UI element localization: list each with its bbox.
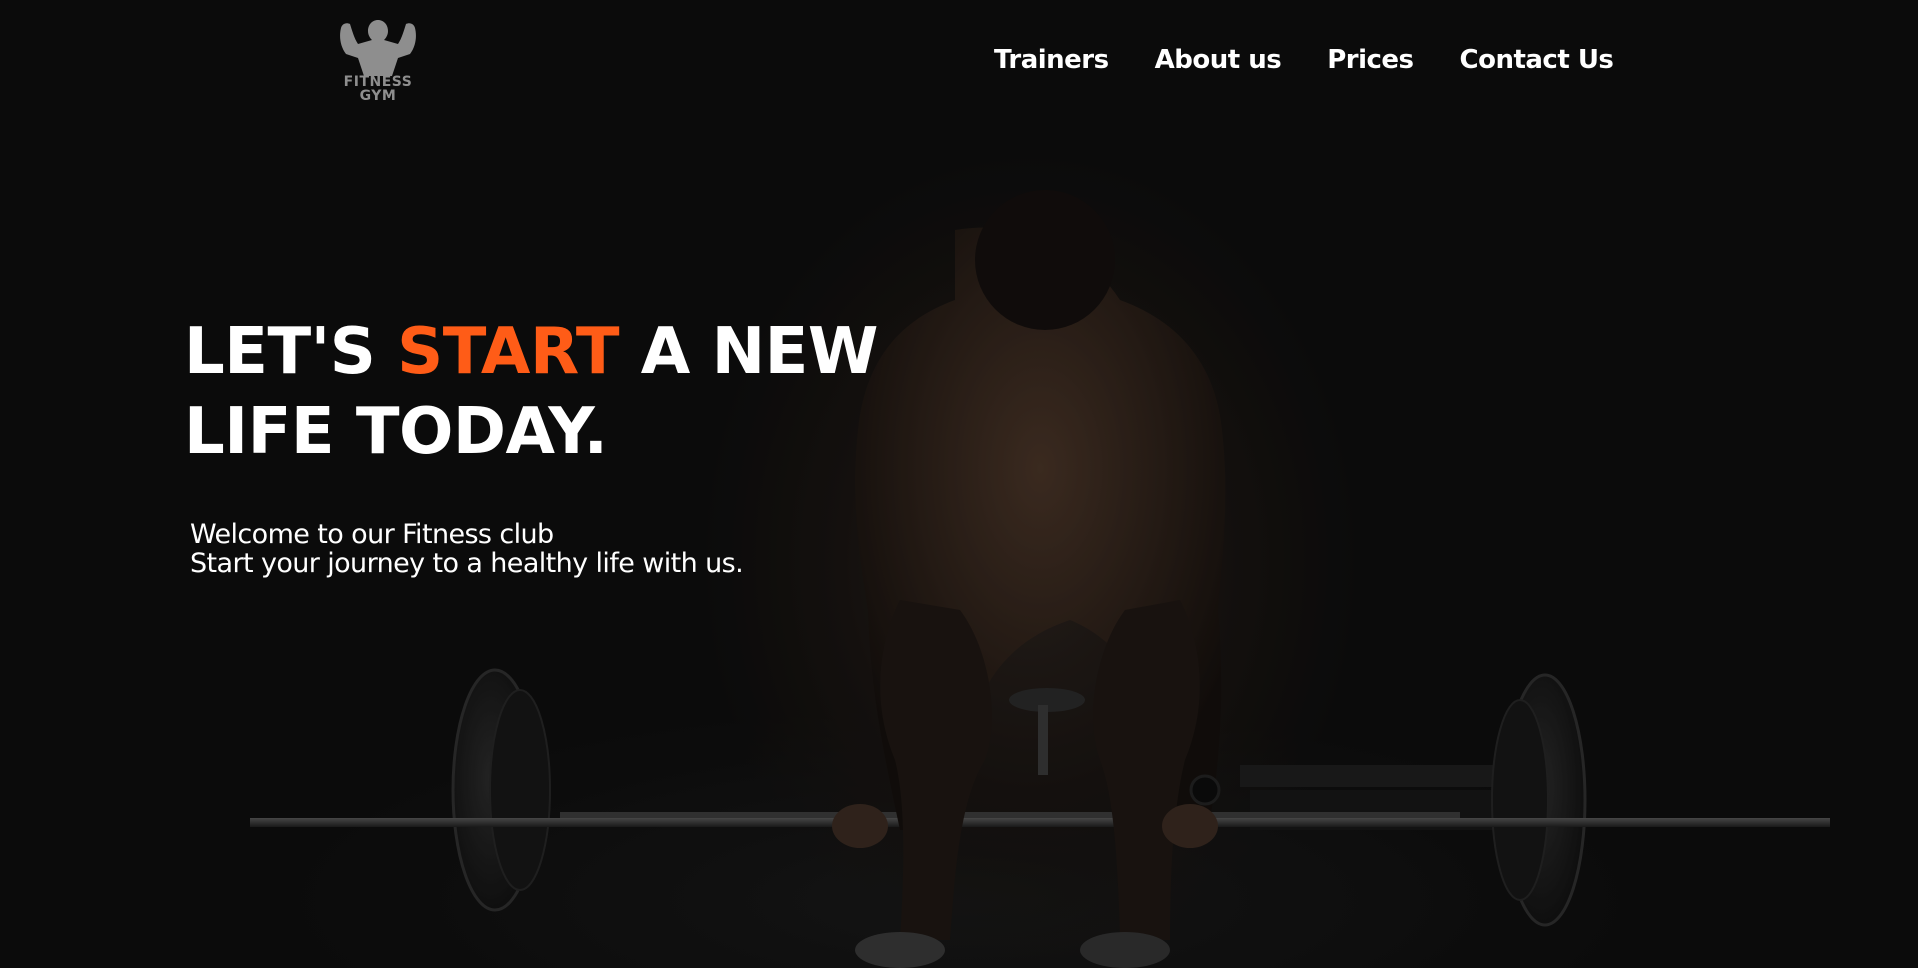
headline-part-lets: LET'S [184, 315, 398, 389]
hero-background-image [0, 0, 1918, 968]
headline-part-a-new: A NEW [619, 315, 879, 389]
subtitle-line-welcome: Welcome to our Fitness club [190, 519, 554, 550]
nav-link-about-us[interactable]: About us [1155, 44, 1282, 76]
landing-page: FITNESS GYM Trainers About us Prices Con… [0, 0, 1918, 968]
nav-link-prices[interactable]: Prices [1327, 44, 1414, 76]
headline-part-life-today: LIFE TODAY. [184, 395, 608, 469]
hero-subtitle: Welcome to our Fitness club Start your j… [190, 519, 744, 579]
headline-accent-start: START [397, 315, 619, 389]
main-nav: Trainers About us Prices Contact Us [994, 44, 1614, 76]
nav-link-trainers[interactable]: Trainers [994, 44, 1109, 76]
hero-headline: LET'S START A NEW LIFE TODAY. [184, 312, 904, 472]
nav-link-contact-us[interactable]: Contact Us [1460, 44, 1614, 76]
logo-text-gym: GYM [359, 88, 397, 104]
subtitle-line-journey: Start your journey to a healthy life wit… [190, 548, 744, 579]
flexing-bodybuilder-icon [340, 20, 416, 76]
gym-logo[interactable]: FITNESS GYM [328, 18, 428, 108]
